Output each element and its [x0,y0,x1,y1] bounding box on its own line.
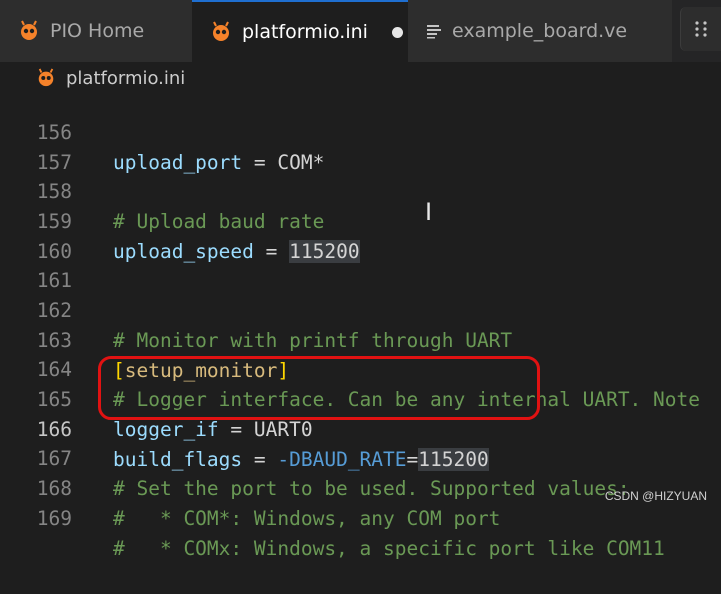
code-line[interactable]: 160 [0,207,721,263]
alien-icon [213,21,229,41]
code-line[interactable]: 158 # Upload baud rate [0,147,721,233]
text-cursor-icon: I [425,198,433,226]
alien-icon [21,20,37,40]
tab-label: example_board.ve [452,20,628,42]
code-editor[interactable]: 156 upload_port = COM* 157 158 # Upload … [0,94,721,560]
unsaved-dot-icon[interactable] [391,26,403,38]
lines-icon [427,25,441,39]
grid-dots-icon [695,21,707,37]
code-line-active[interactable]: 166 build_flags = -DBAUD_RATE=115200 [0,385,721,471]
watermark: CSDN @HIZYUAN [604,489,707,503]
code-line[interactable]: 157 [0,118,721,174]
code-line[interactable]: 159 upload_speed = 115200 [0,177,721,263]
code-line[interactable]: 163 [setup_monitor] [0,296,721,382]
tab-example-board[interactable]: example_board.ve [408,0,672,62]
tab-bar: PIO Home platformio.ini example_board.ve [0,0,721,62]
code-line[interactable]: 156 upload_port = COM* [0,88,721,174]
code-line[interactable]: 162 # Monitor with printf through UART [0,266,721,352]
breadcrumb-file: platformio.ini [66,67,186,89]
tab-label: PIO Home [50,20,145,42]
tab-pio-home[interactable]: PIO Home [0,0,192,62]
tab-label: platformio.ini [242,21,368,43]
code-line[interactable]: 164 # Logger interface. Can be any inter… [0,325,721,411]
alien-icon [38,68,54,87]
more-actions-button[interactable] [680,7,721,51]
code-line[interactable]: 168 # * COM*: Windows, any COM port [0,444,721,530]
code-line[interactable]: 165 logger_if = UART0 [0,355,721,441]
comment: # * COMx: Windows, a specific port like … [113,537,665,560]
tab-platformio-ini[interactable]: platformio.ini [192,0,408,62]
code-line[interactable]: 167 # Set the port to be used. Supported… [0,414,721,500]
code-line[interactable]: 161 [0,236,721,292]
